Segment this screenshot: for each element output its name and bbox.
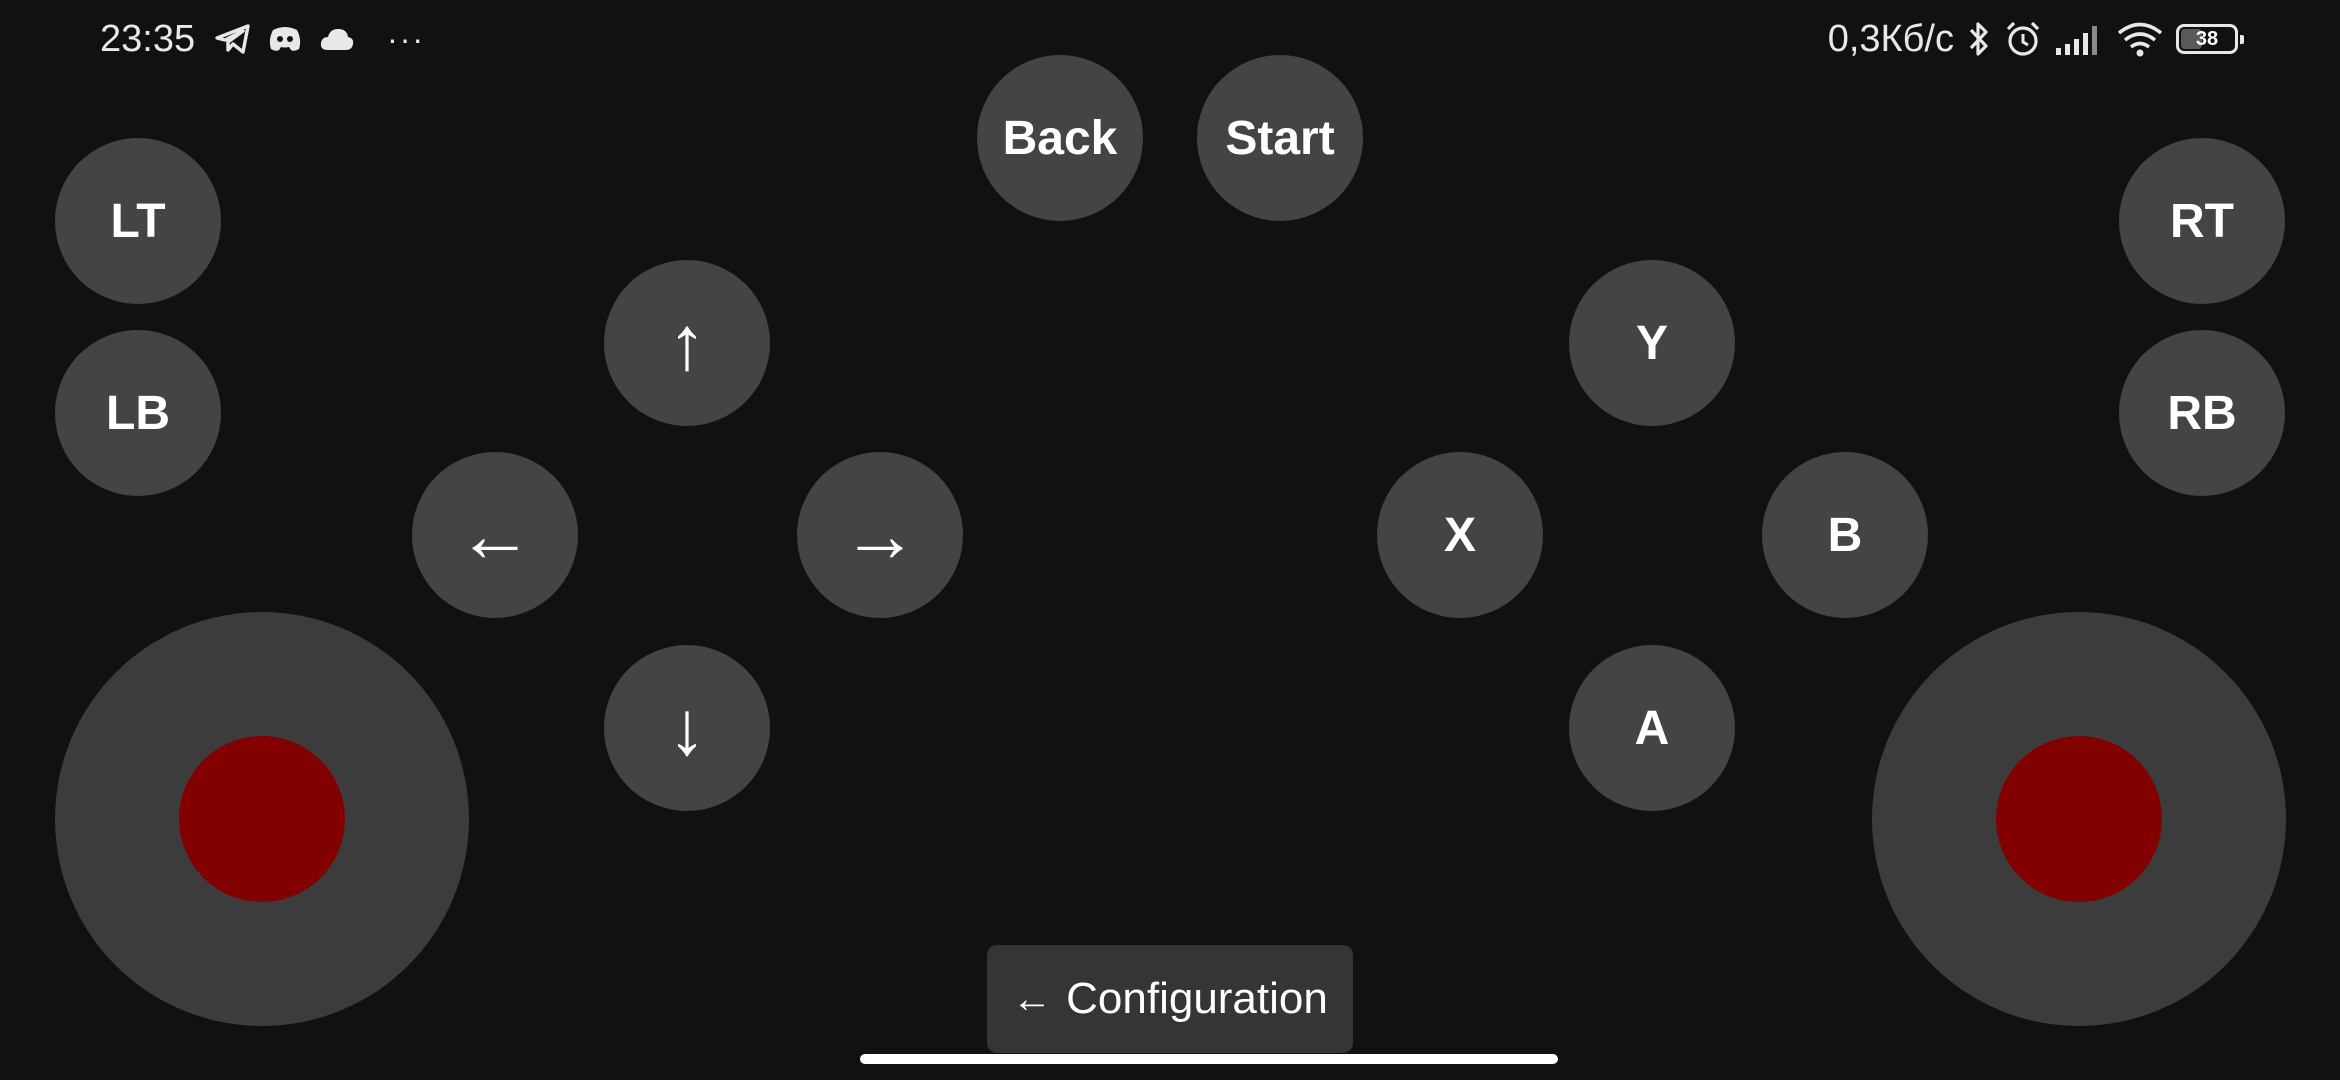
home-gesture-bar[interactable]	[860, 1054, 1558, 1064]
battery-icon: 38	[2176, 24, 2244, 54]
cloud-icon	[319, 26, 355, 52]
back-button[interactable]: Back	[977, 55, 1143, 221]
battery-level: 38	[2195, 27, 2219, 50]
dpad-right-button[interactable]: →	[797, 452, 963, 618]
back-arrow-icon: ←	[1012, 976, 1053, 1021]
start-button[interactable]: Start	[1197, 55, 1363, 221]
alarm-icon	[2004, 20, 2042, 58]
signal-icon	[2054, 22, 2104, 56]
left-joystick[interactable]	[55, 612, 469, 1026]
status-time: 23:35	[100, 17, 196, 60]
b-button[interactable]: B	[1762, 452, 1928, 618]
y-button[interactable]: Y	[1569, 260, 1735, 426]
status-bar-right: 0,3Кб/с 38	[1828, 14, 2244, 64]
configuration-label: Configuration	[1066, 974, 1328, 1023]
lb-button[interactable]: LB	[55, 330, 221, 496]
rt-button[interactable]: RT	[2119, 138, 2285, 304]
dpad-down-button[interactable]: ↓	[604, 645, 770, 811]
lt-button[interactable]: LT	[55, 138, 221, 304]
a-button[interactable]: A	[1569, 645, 1735, 811]
configuration-button[interactable]: ← Configuration	[987, 945, 1353, 1053]
wifi-icon	[2116, 21, 2164, 57]
left-joystick-knob[interactable]	[179, 736, 345, 902]
dpad-up-button[interactable]: ↑	[604, 260, 770, 426]
right-joystick-knob[interactable]	[1996, 736, 2162, 902]
x-button[interactable]: X	[1377, 452, 1543, 618]
right-joystick[interactable]	[1872, 612, 2286, 1026]
dpad-left-button[interactable]: ←	[412, 452, 578, 618]
rb-button[interactable]: RB	[2119, 330, 2285, 496]
more-notifications-icon: ···	[387, 20, 426, 57]
status-bar-left: 23:35 ···	[100, 14, 425, 64]
discord-icon	[267, 24, 303, 54]
telegram-icon	[215, 23, 251, 55]
bluetooth-icon	[1966, 20, 1992, 58]
network-speed: 0,3Кб/с	[1827, 17, 1954, 60]
